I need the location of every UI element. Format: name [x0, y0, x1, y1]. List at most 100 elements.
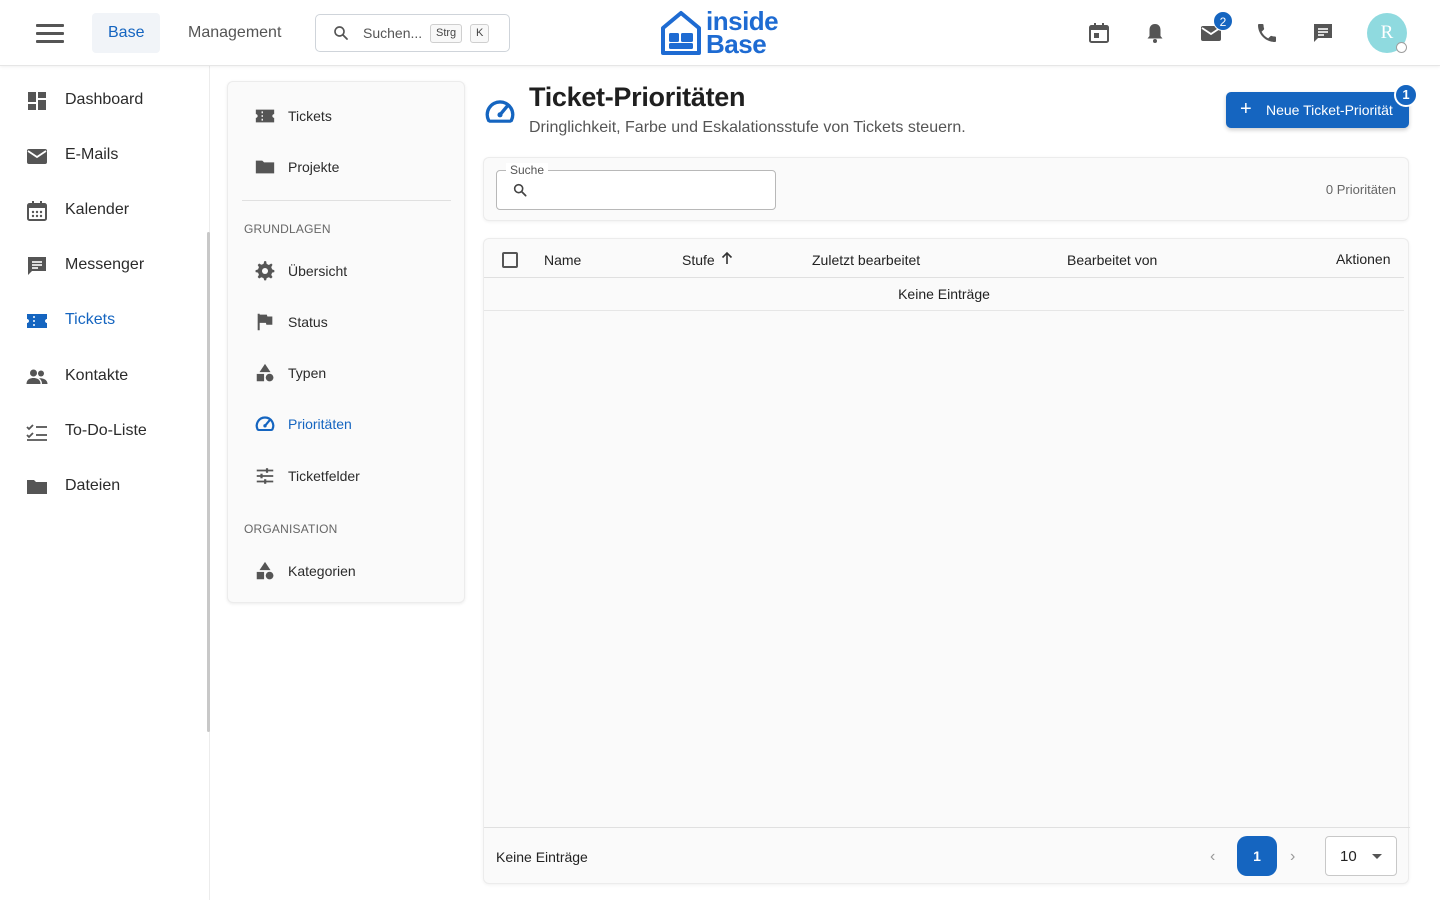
checklist-icon: [26, 424, 47, 441]
subnav-divider: [242, 200, 451, 201]
sidebar-item-contacts[interactable]: Kontakte: [0, 353, 210, 401]
main-sidebar: Dashboard E-Mails Kalender Messenger Tic…: [0, 66, 210, 900]
dashboard-icon: [28, 92, 46, 110]
subnav-item-label: Projekte: [288, 159, 340, 175]
subnav-item-projects[interactable]: Projekte: [228, 146, 464, 188]
tab-management[interactable]: Management: [172, 13, 297, 53]
settings-subnav: Tickets Projekte GRUNDLAGEN Übersicht St…: [227, 81, 465, 603]
mail-icon: [27, 149, 47, 164]
bell-icon[interactable]: [1143, 21, 1167, 45]
plus-icon: +: [1240, 98, 1252, 120]
sidebar-item-emails[interactable]: E-Mails: [0, 132, 210, 180]
speedometer-icon: [485, 100, 515, 123]
subnav-item-ticket-fields[interactable]: Ticketfelder: [228, 455, 464, 497]
column-header-name[interactable]: Name: [544, 252, 581, 268]
presence-status-indicator: [1396, 42, 1407, 53]
search-icon: [513, 183, 527, 197]
sidebar-item-label: To-Do-Liste: [65, 422, 147, 439]
row-divider: [484, 310, 1404, 311]
ticket-icon: [255, 109, 275, 123]
subnav-item-label: Typen: [288, 365, 327, 381]
subnav-item-label: Ticketfelder: [288, 468, 360, 484]
sidebar-item-label: Dashboard: [65, 91, 144, 108]
folder-icon: [255, 160, 275, 174]
subnav-item-status[interactable]: Status: [228, 301, 464, 343]
gear-icon: [255, 261, 275, 281]
priority-count: 0 Prioritäten: [1325, 182, 1396, 197]
dropdown-caret-icon: [1372, 854, 1382, 859]
page-size-select[interactable]: 10: [1325, 836, 1397, 876]
top-bar: Base Management Suchen... Strg K inside …: [0, 0, 1440, 66]
subnav-item-categories[interactable]: Kategorien: [228, 550, 464, 592]
search-placeholder: Suchen...: [363, 25, 423, 41]
column-header-edited-by[interactable]: Bearbeitet von: [1067, 252, 1157, 268]
sidebar-item-tickets[interactable]: Tickets: [0, 297, 210, 345]
empty-table-message: Keine Einträge: [898, 286, 990, 302]
sidebar-item-todo[interactable]: To-Do-Liste: [0, 408, 210, 456]
subnav-item-label: Übersicht: [288, 263, 348, 279]
footer-divider: [484, 827, 1410, 828]
tab-base[interactable]: Base: [92, 13, 161, 53]
shapes-icon: [256, 363, 274, 382]
sidebar-item-label: Tickets: [65, 311, 116, 328]
new-button-label: Neue Ticket-Priorität: [1266, 102, 1393, 118]
speedometer-icon: [255, 416, 275, 431]
ticket-icon: [27, 314, 47, 328]
house-logo-icon: [661, 11, 701, 55]
page-subtitle: Dringlichkeit, Farbe und Eskalationsstuf…: [529, 119, 966, 136]
logo-text-base: Base: [706, 29, 767, 59]
chevron-left-icon[interactable]: ‹: [1210, 848, 1215, 866]
subnav-item-label: Status: [288, 314, 328, 330]
subnav-item-label: Tickets: [288, 108, 332, 124]
search-field-label: Suche: [506, 163, 549, 177]
priorities-table: Name Stufe Zuletzt bearbeitet Bearbeitet…: [483, 238, 1410, 884]
message-icon: [28, 257, 46, 275]
subnav-section-grundlagen: GRUNDLAGEN: [244, 222, 331, 236]
sidebar-item-messenger[interactable]: Messenger: [0, 242, 210, 290]
new-button-badge: 1: [1394, 83, 1418, 107]
calendar-icon[interactable]: [1087, 21, 1111, 45]
header-divider: [484, 277, 1404, 278]
sidebar-item-label: Messenger: [65, 256, 145, 273]
column-header-stufe[interactable]: Stufe: [682, 252, 715, 268]
footer-entries-text: Keine Einträge: [496, 849, 588, 865]
calendar-icon: [27, 201, 47, 221]
subnav-item-tickets[interactable]: Tickets: [228, 95, 464, 137]
flag-icon: [257, 313, 273, 331]
sidebar-item-label: E-Mails: [65, 146, 119, 163]
sidebar-item-label: Kontakte: [65, 367, 129, 384]
sliders-icon: [256, 468, 274, 484]
sidebar-scrollbar[interactable]: [207, 232, 210, 732]
select-all-checkbox[interactable]: [502, 252, 518, 268]
sidebar-item-label: Kalender: [65, 201, 130, 218]
sidebar-item-calendar[interactable]: Kalender: [0, 187, 210, 235]
page-title: Ticket-Prioritäten: [529, 82, 746, 112]
shortcut-key-k: K: [470, 24, 490, 43]
page-size-value: 10: [1340, 848, 1357, 865]
column-header-last-edited[interactable]: Zuletzt bearbeitet: [812, 252, 920, 268]
subnav-item-priorities[interactable]: Prioritäten: [228, 403, 464, 445]
subnav-item-overview[interactable]: Übersicht: [228, 250, 464, 292]
sidebar-item-dashboard[interactable]: Dashboard: [0, 77, 210, 125]
sidebar-item-label: Dateien: [65, 477, 121, 494]
search-card: Suche 0 Prioritäten: [483, 157, 1409, 221]
column-header-actions: Aktionen: [1336, 251, 1391, 267]
priority-search-input[interactable]: Suche: [496, 163, 776, 210]
people-icon: [26, 369, 48, 384]
phone-icon[interactable]: [1255, 21, 1279, 45]
new-ticket-priority-button[interactable]: + Neue Ticket-Priorität: [1226, 92, 1409, 128]
subnav-item-types[interactable]: Typen: [228, 352, 464, 394]
subnav-item-label: Kategorien: [288, 563, 356, 579]
current-page-button[interactable]: 1: [1237, 836, 1277, 876]
chat-icon[interactable]: [1311, 21, 1335, 45]
sidebar-item-files[interactable]: Dateien: [0, 463, 210, 511]
folder-icon: [27, 480, 47, 494]
global-search-input[interactable]: Suchen... Strg K: [315, 14, 510, 52]
insidebase-logo[interactable]: inside Base: [660, 6, 784, 59]
subnav-item-label: Prioritäten: [288, 416, 352, 432]
sort-ascending-icon[interactable]: [720, 250, 734, 266]
chevron-right-icon[interactable]: ›: [1290, 848, 1295, 866]
subnav-section-organisation: ORGANISATION: [244, 522, 338, 536]
menu-icon[interactable]: [36, 24, 64, 44]
shapes-icon: [256, 561, 274, 580]
